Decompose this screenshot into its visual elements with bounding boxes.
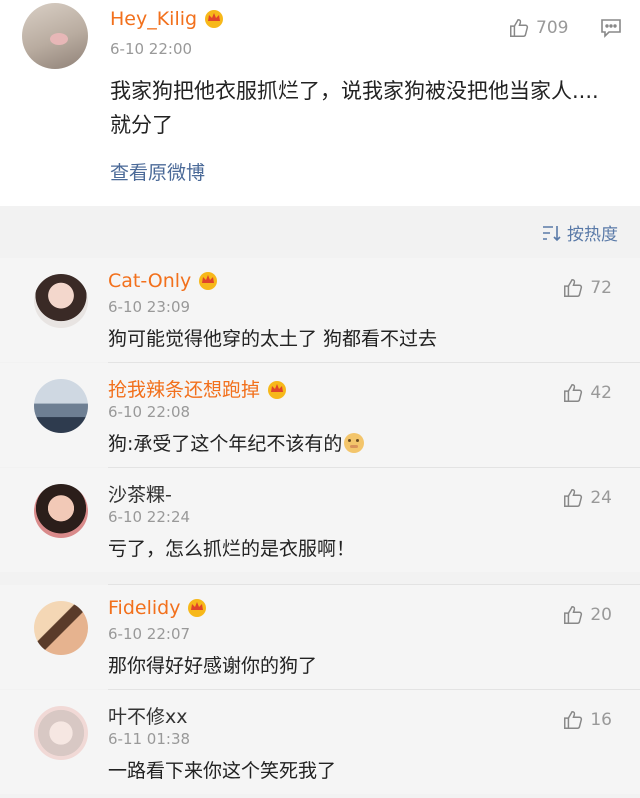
comment-text: 亏了，怎么抓烂的是衣服啊！ bbox=[108, 538, 356, 560]
comment-like-button[interactable]: 42 bbox=[562, 381, 612, 405]
commenter-avatar[interactable] bbox=[34, 379, 88, 433]
thumbs-up-icon bbox=[564, 384, 583, 402]
comment-time: 6-10 23:09 bbox=[108, 298, 191, 316]
post-like-count: 709 bbox=[536, 18, 569, 38]
comment-text: 那你得好好感谢你的狗了 bbox=[108, 655, 318, 677]
comment-icon[interactable] bbox=[600, 18, 622, 38]
commenter-avatar[interactable] bbox=[34, 274, 88, 328]
thumbs-up-icon bbox=[564, 279, 583, 297]
comment-item: 沙茶粿- 6-10 22:24 24 亏了，怎么抓烂的是衣服啊！ bbox=[0, 468, 640, 572]
comment-like-button[interactable]: 20 bbox=[562, 603, 612, 627]
comment-item: 叶不修xx 6-11 01:38 16 一路看下来你这个笑死我了 bbox=[0, 690, 640, 794]
commenter-avatar[interactable] bbox=[34, 601, 88, 655]
comment-like-button[interactable]: 16 bbox=[562, 708, 612, 732]
comment-time: 6-10 22:07 bbox=[108, 625, 191, 643]
thumbs-up-icon bbox=[564, 711, 583, 729]
thumbs-up-icon bbox=[564, 606, 583, 624]
commenter-avatar[interactable] bbox=[34, 484, 88, 538]
post-author-name[interactable]: Hey_Kilig bbox=[110, 8, 225, 30]
comment-item: Fidelidy 6-10 22:07 20 那你得好好感谢你的狗了 bbox=[0, 585, 640, 689]
thumbs-up-icon bbox=[564, 489, 583, 507]
commenter-name[interactable]: 叶不修xx bbox=[108, 702, 188, 729]
post-like-button[interactable]: 709 bbox=[508, 16, 568, 40]
vip-crown-icon bbox=[205, 10, 224, 28]
comment-text: 狗可能觉得他穿的太土了 狗都看不过去 bbox=[108, 328, 438, 350]
commenter-name[interactable]: 沙茶粿- bbox=[108, 480, 172, 507]
sort-by-hot-button[interactable]: 按热度 bbox=[541, 220, 618, 245]
post-content: 我家狗把他衣服抓烂了，说我家狗被没把他当家人....就分了 bbox=[110, 79, 599, 137]
comment-like-button[interactable]: 24 bbox=[562, 486, 612, 510]
vip-crown-icon bbox=[188, 599, 207, 617]
post-author-avatar[interactable] bbox=[22, 3, 88, 69]
vip-crown-icon bbox=[199, 272, 218, 290]
sort-icon bbox=[543, 225, 561, 241]
sort-bar: 按热度 bbox=[0, 206, 640, 258]
commenter-avatar[interactable] bbox=[34, 706, 88, 760]
comment-text: 狗:承受了这个年纪不该有的 bbox=[108, 429, 365, 456]
post-time: 6-10 22:00 bbox=[110, 40, 193, 58]
doge-emoji-icon bbox=[344, 433, 365, 453]
comment-like-button[interactable]: 72 bbox=[562, 276, 612, 300]
commenter-name[interactable]: Fidelidy bbox=[108, 597, 208, 619]
comment-time: 6-10 22:24 bbox=[108, 508, 191, 526]
comment-time: 6-10 22:08 bbox=[108, 403, 191, 421]
commenter-name[interactable]: Cat-Only bbox=[108, 270, 219, 292]
thumbs-up-icon bbox=[510, 19, 529, 37]
comment-time: 6-11 01:38 bbox=[108, 730, 191, 748]
commenter-name[interactable]: 抢我辣条还想跑掉 bbox=[108, 375, 288, 402]
comment-text: 一路看下来你这个笑死我了 bbox=[108, 760, 337, 782]
comment-item: Cat-Only 6-10 23:09 72 狗可能觉得他穿的太土了 狗都看不过… bbox=[0, 258, 640, 362]
vip-crown-icon bbox=[268, 381, 287, 399]
post-card: Hey_Kilig 6-10 22:00 709 我家狗把他衣服抓烂了，说我家狗… bbox=[0, 0, 640, 206]
comment-item: 抢我辣条还想跑掉 6-10 22:08 42 狗:承受了这个年纪不该有的 bbox=[0, 363, 640, 467]
view-original-link[interactable]: 查看原微博 bbox=[110, 158, 205, 185]
